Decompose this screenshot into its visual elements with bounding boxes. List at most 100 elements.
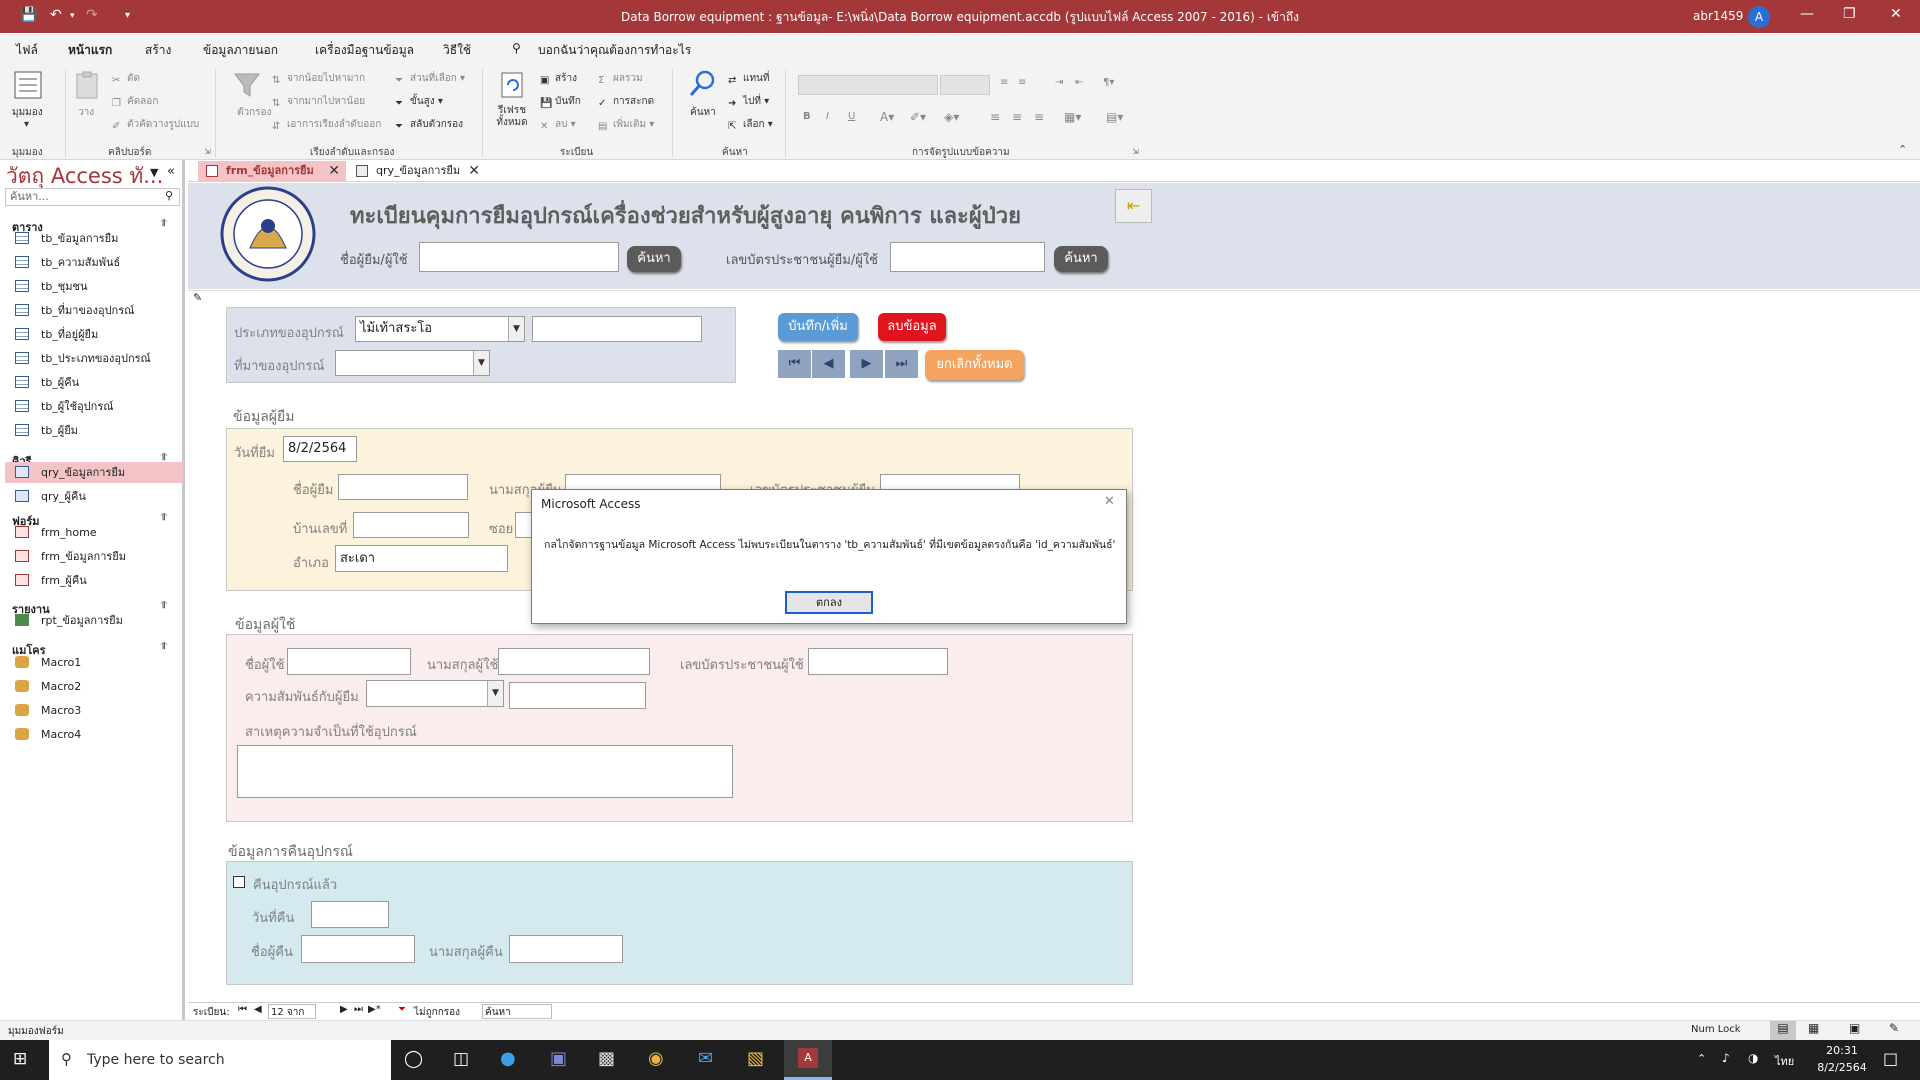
- layout-view-icon[interactable]: ▣: [1849, 1021, 1860, 1035]
- clock-date[interactable]: 8/2/2564: [1812, 1061, 1872, 1074]
- totals-button[interactable]: Σ ผลรวม: [598, 71, 643, 87]
- more-button[interactable]: ▤ เพิ่มเติม ▾: [598, 117, 654, 133]
- filter-label[interactable]: ตัวกรอง: [237, 105, 271, 120]
- datasheet-view-icon[interactable]: ▦: [1808, 1021, 1819, 1035]
- indent-decrease-icon[interactable]: ⇤: [1075, 77, 1083, 88]
- tab-external-data[interactable]: ข้อมูลภายนอก: [203, 41, 278, 60]
- chevron-down-icon[interactable]: ▼: [487, 681, 503, 706]
- tab-qry-borrow[interactable]: qry_ข้อมูลการยืม ✕: [348, 161, 486, 182]
- goto-button[interactable]: ➜ ไปที่ ▾: [728, 94, 769, 110]
- search-name-input[interactable]: [419, 242, 619, 272]
- sort-ascending-button[interactable]: ⇅ จากน้อยไปหามาก: [272, 71, 365, 87]
- tell-me-input[interactable]: บอกฉันว่าคุณต้องการทำอะไร: [538, 41, 691, 60]
- previous-record-nav-icon[interactable]: ◀: [254, 1004, 262, 1015]
- taskbar-search-box[interactable]: ⚲ Type here to search: [49, 1040, 391, 1080]
- user-surname-input[interactable]: [498, 648, 650, 675]
- clock-time[interactable]: 20:31: [1820, 1044, 1864, 1057]
- font-color-icon[interactable]: A▾: [880, 110, 894, 124]
- filter-icon[interactable]: [232, 70, 262, 100]
- alternate-row-color-icon[interactable]: ▤▾: [1106, 110, 1123, 124]
- cortana-icon[interactable]: ◯: [404, 1049, 423, 1069]
- close-icon[interactable]: ✕: [1890, 6, 1902, 22]
- next-record-nav-icon[interactable]: ▶: [340, 1004, 348, 1015]
- volume-icon[interactable]: ♪: [1722, 1051, 1730, 1065]
- tab-file[interactable]: ไฟล์: [16, 41, 38, 60]
- nav-item-query[interactable]: qry_ผู้คืน: [5, 486, 183, 507]
- advanced-button[interactable]: ⏷ ขั้นสูง ▾: [395, 94, 443, 110]
- find-icon[interactable]: [688, 69, 718, 99]
- first-record-nav-icon[interactable]: ⏮: [238, 1004, 247, 1015]
- gridlines-icon[interactable]: ▦▾: [1064, 110, 1081, 124]
- last-record-icon[interactable]: ⏭: [885, 350, 918, 378]
- nav-item-table[interactable]: tb_ผู้ใช้อุปกรณ์: [5, 396, 183, 417]
- nav-item-table[interactable]: tb_ความสัมพันธ์: [5, 252, 183, 273]
- exit-form-icon[interactable]: ⇤: [1115, 189, 1152, 223]
- close-tab-icon[interactable]: ✕: [468, 161, 480, 181]
- delete-record-button[interactable]: ✕ ลบ ▾: [540, 117, 576, 133]
- nav-item-macro[interactable]: Macro3: [5, 700, 183, 721]
- cancel-all-button[interactable]: ยกเลิกทั้งหมด: [925, 350, 1024, 380]
- design-view-icon[interactable]: ✎: [1889, 1021, 1899, 1035]
- necessity-textarea[interactable]: [237, 745, 733, 798]
- nav-item-table[interactable]: tb_ที่อยู่ผู้ยืม: [5, 324, 183, 345]
- replace-button[interactable]: ⇄ แทนที่: [728, 71, 769, 87]
- clipboard-launcher-icon[interactable]: ⇲: [204, 147, 211, 156]
- nav-collapse-icon[interactable]: «: [167, 164, 175, 179]
- user-name-input[interactable]: [287, 648, 411, 675]
- bold-icon[interactable]: B: [803, 111, 811, 122]
- filter-status[interactable]: ไม่ถูกกรอง: [414, 1005, 460, 1020]
- nav-item-form[interactable]: frm_ข้อมูลการยืม: [5, 546, 183, 567]
- relation-combo[interactable]: [366, 680, 504, 707]
- chevron-down-icon[interactable]: ▼: [473, 351, 489, 375]
- returner-name-input[interactable]: [301, 935, 415, 963]
- nav-item-form[interactable]: frm_home: [5, 522, 183, 543]
- collapse-ribbon-icon[interactable]: ⌃: [1898, 143, 1907, 156]
- user-name[interactable]: abr1459: [1693, 9, 1743, 23]
- house-no-input[interactable]: [353, 512, 469, 538]
- refresh-all-icon[interactable]: [498, 70, 528, 100]
- refresh-all-label[interactable]: รีเฟรชทั้งหมด: [490, 105, 534, 129]
- user-id-input[interactable]: [808, 648, 948, 675]
- search-icon[interactable]: ⚲: [165, 189, 173, 202]
- nav-menu-icon[interactable]: ▼: [150, 166, 158, 179]
- view-button-label[interactable]: มุมมอง: [12, 105, 43, 120]
- fill-color-icon[interactable]: ◈▾: [944, 110, 959, 124]
- nav-search-input[interactable]: ค้นหา...: [5, 188, 180, 206]
- copy-button[interactable]: ❐ คัดลอก: [112, 94, 158, 110]
- bullets-icon[interactable]: ≡: [1000, 77, 1008, 88]
- nav-item-table[interactable]: tb_ผู้คืน: [5, 372, 183, 393]
- new-record-button[interactable]: ▣ สร้าง: [540, 71, 577, 87]
- tray-expand-icon[interactable]: ⌃: [1697, 1052, 1706, 1065]
- new-record-nav-icon[interactable]: ▶*: [368, 1004, 381, 1015]
- file-explorer-icon[interactable]: ▧: [747, 1048, 764, 1069]
- nav-item-table[interactable]: tb_ที่มาของอุปกรณ์: [5, 300, 183, 321]
- spelling-button[interactable]: ✓ การสะกด: [598, 94, 654, 110]
- nav-item-query[interactable]: qry_ข้อมูลการยืม: [5, 462, 183, 483]
- save-record-button[interactable]: 💾 บันทึก: [540, 94, 581, 110]
- toggle-filter-button[interactable]: ⏷ สลับตัวกรอง: [395, 117, 463, 133]
- return-date-input[interactable]: [311, 901, 389, 928]
- language-indicator[interactable]: ไทย: [1775, 1052, 1794, 1070]
- search-id-input[interactable]: [890, 242, 1045, 272]
- chevron-down-icon[interactable]: ▼: [508, 317, 524, 341]
- highlight-icon[interactable]: ✐▾: [910, 110, 926, 124]
- cut-button[interactable]: ✂ ตัด: [112, 71, 140, 87]
- paste-label[interactable]: วาง: [78, 105, 94, 120]
- district-input[interactable]: สะเดา: [335, 545, 508, 572]
- tab-help[interactable]: วิธีใช้: [443, 41, 471, 60]
- nav-item-macro[interactable]: Macro2: [5, 676, 183, 697]
- font-size-select[interactable]: [940, 75, 990, 95]
- chrome-icon[interactable]: ◉: [648, 1048, 664, 1069]
- paste-icon[interactable]: [73, 70, 103, 100]
- nav-item-table[interactable]: tb_ชุมชน: [5, 276, 183, 297]
- network-icon[interactable]: ◑: [1748, 1051, 1758, 1065]
- task-view-icon[interactable]: ◫: [453, 1049, 469, 1069]
- align-left-icon[interactable]: ≡: [990, 110, 1000, 124]
- ok-button[interactable]: ตกลง: [785, 591, 873, 614]
- align-center-icon[interactable]: ≡: [1012, 110, 1022, 124]
- last-record-nav-icon[interactable]: ⏭: [354, 1004, 363, 1015]
- minimize-icon[interactable]: —: [1800, 6, 1814, 22]
- collapse-section-icon[interactable]: ⥣: [160, 641, 167, 652]
- nav-item-report[interactable]: rpt_ข้อมูลการยืม: [5, 610, 183, 631]
- teams-icon[interactable]: ▣: [550, 1048, 567, 1069]
